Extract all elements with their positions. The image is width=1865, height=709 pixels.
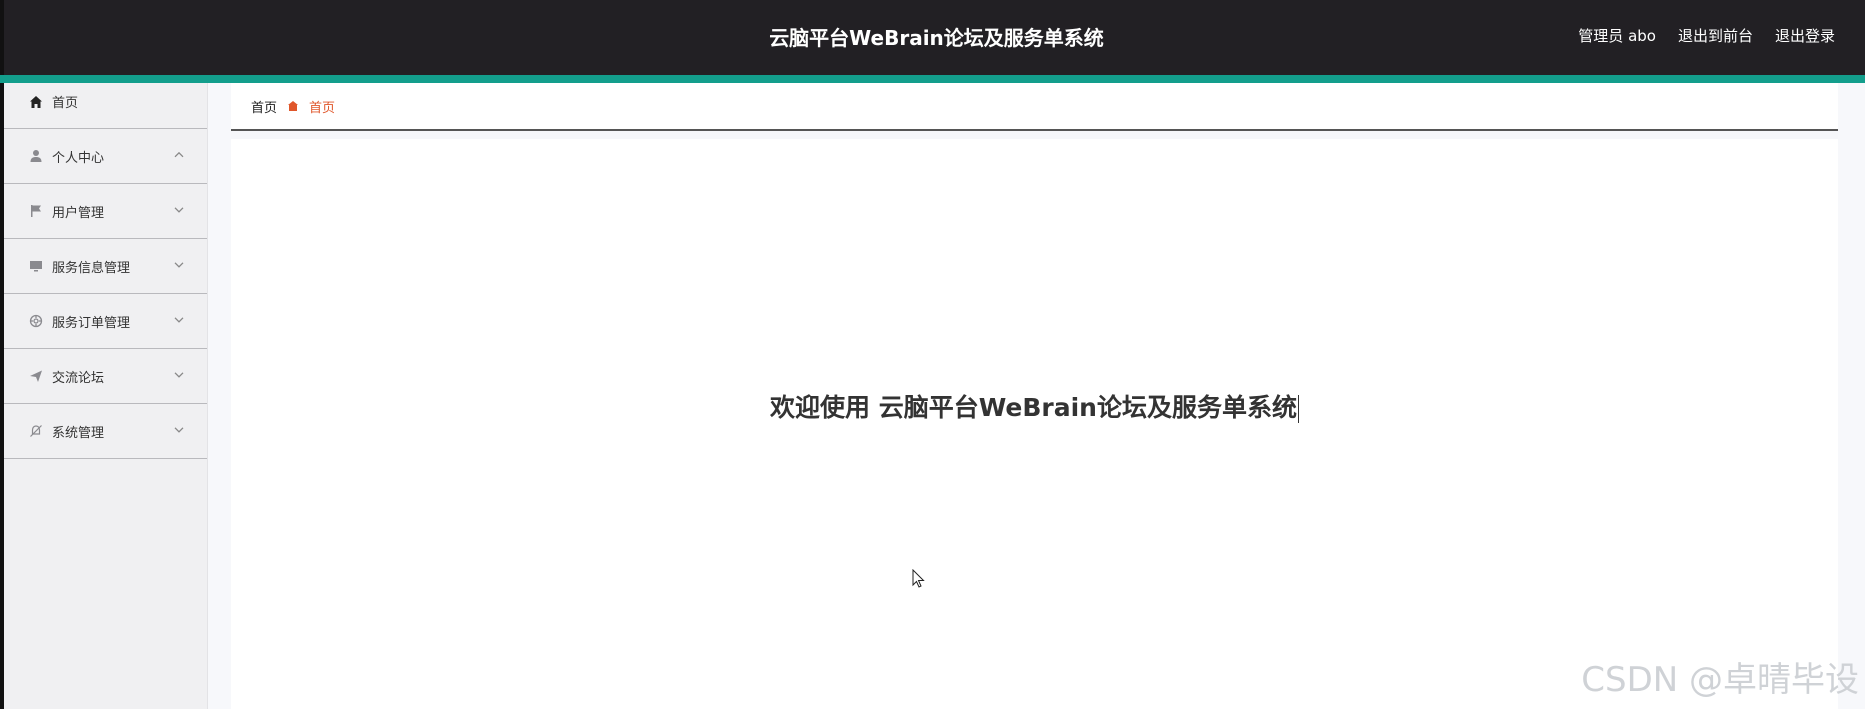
sidebar-item-service-info[interactable]: 服务信息管理 xyxy=(4,239,207,294)
admin-user-label[interactable]: 管理员 abo xyxy=(1578,25,1656,46)
bell-off-icon xyxy=(28,423,44,439)
sidebar-item-label: 服务信息管理 xyxy=(52,260,131,276)
chevron-up-icon xyxy=(174,151,184,158)
breadcrumb-current: 首页 xyxy=(309,100,336,116)
welcome-text: 欢迎使用 云脑平台WeBrain论坛及服务单系统 xyxy=(770,393,1297,422)
breadcrumb: 首页 首页 xyxy=(231,83,1838,131)
sidebar-item-label: 个人中心 xyxy=(52,150,105,166)
exit-to-front-link[interactable]: 退出到前台 xyxy=(1678,25,1753,46)
flag-icon xyxy=(28,203,44,219)
header-accent-bar xyxy=(0,75,1865,83)
right-gutter xyxy=(1838,83,1865,709)
sidebar-item-forum[interactable]: 交流论坛 xyxy=(4,349,207,404)
send-icon xyxy=(28,368,44,384)
sidebar-item-user-management[interactable]: 用户管理 xyxy=(4,184,207,239)
text-caret xyxy=(1297,395,1299,423)
sidebar-item-label: 服务订单管理 xyxy=(52,315,131,331)
sidebar-item-label: 交流论坛 xyxy=(52,370,105,386)
chevron-down-icon xyxy=(174,207,184,213)
sidebar-item-label: 系统管理 xyxy=(52,425,105,441)
target-icon xyxy=(28,313,44,329)
sidebar-item-system[interactable]: 系统管理 xyxy=(4,404,207,459)
mouse-pointer-icon xyxy=(912,569,925,588)
chevron-down-icon xyxy=(174,372,184,378)
chevron-down-icon xyxy=(174,427,184,433)
breadcrumb-home-icon xyxy=(287,100,299,112)
user-icon xyxy=(28,148,44,164)
sidebar-item-personal-center[interactable]: 个人中心 xyxy=(4,129,207,184)
header-actions: 管理员 abo 退出到前台 退出登录 xyxy=(1578,25,1835,46)
home-icon xyxy=(28,94,44,110)
top-header: 云脑平台WeBrain论坛及服务单系统 管理员 abo 退出到前台 退出登录 xyxy=(0,0,1865,75)
breadcrumb-home[interactable]: 首页 xyxy=(251,97,277,116)
sidebar-item-home[interactable]: 首页 xyxy=(4,83,207,129)
content-gap xyxy=(231,131,1838,139)
logout-link[interactable]: 退出登录 xyxy=(1775,25,1835,46)
watermark: CSDN @卓晴毕设 xyxy=(1581,660,1859,700)
main-content: 首页 首页 欢迎使用 云脑平台WeBrain论坛及服务单系统 xyxy=(231,83,1838,709)
monitor-icon xyxy=(28,258,44,274)
chevron-down-icon xyxy=(174,262,184,268)
sidebar-item-label: 用户管理 xyxy=(52,205,105,221)
welcome-heading: 欢迎使用 云脑平台WeBrain论坛及服务单系统 xyxy=(231,388,1838,424)
sidebar-item-label: 首页 xyxy=(52,96,79,111)
chevron-down-icon xyxy=(174,317,184,323)
sidebar: 首页 个人中心 用户管理 服务信息管理 服务订单管理 交流论坛 系统管理 xyxy=(0,83,208,709)
sidebar-item-service-orders[interactable]: 服务订单管理 xyxy=(4,294,207,349)
